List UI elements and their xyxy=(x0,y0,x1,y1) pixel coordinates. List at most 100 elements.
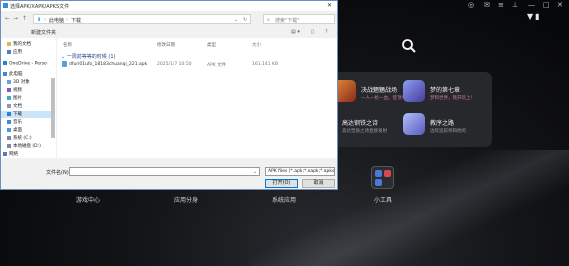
android-status-icons: ▼▮ xyxy=(527,12,542,21)
preview-pane-icon[interactable]: ▯ xyxy=(311,29,314,35)
close-icon[interactable]: ✕ xyxy=(327,2,332,9)
column-header-type[interactable]: 类型 xyxy=(207,42,216,48)
filename-label: 文件名(N): xyxy=(46,170,71,176)
dialog-title-bar: 选择APK/XAPK/APKS文件 ✕ xyxy=(1,1,337,11)
file-date: 2025/1/7 10:50 xyxy=(157,62,192,67)
sidebar-item[interactable]: OneDrive - Perso xyxy=(3,61,47,68)
file-name: dfuri01ufo_18183chuanqi_221.apk xyxy=(69,62,148,67)
download-folder-icon: ⬇ xyxy=(37,17,42,23)
file-type: APK 文件 xyxy=(207,63,227,68)
sidebar-item[interactable]: 此电脑 xyxy=(3,71,23,78)
game-desc: 梦和世界，我开玩上！ xyxy=(430,96,475,101)
chevron-right-icon: › xyxy=(66,17,68,23)
sidebar-item[interactable]: 音乐 xyxy=(7,119,22,126)
column-header-date[interactable]: 修改日期 xyxy=(157,42,175,48)
download-icon xyxy=(7,111,11,116)
game-desc: 高达塑质之诗直接发射 xyxy=(342,129,387,134)
file-row[interactable]: dfuri01ufo_18183chuanqi_221.apk 2025/1/7… xyxy=(59,61,335,68)
navigation-bar: ← → ↑ ⬇ › 此电脑 › 下载 ⌄ ↻ ⌕ 搜索"下载" xyxy=(1,12,337,26)
breadcrumb-current[interactable]: 下载 xyxy=(71,17,81,24)
command-bar: 新建文件夹 ▤ ▾ ▯ ? xyxy=(1,27,337,37)
gamepad-icon[interactable]: ◎ xyxy=(468,1,474,9)
sidebar-item[interactable]: 本地磁盘 (D:) xyxy=(7,143,41,150)
game-desc: 边际追踪师和他的 xyxy=(430,129,466,134)
maximize-icon[interactable]: □ xyxy=(543,1,550,9)
sidebar-item[interactable]: 文档 xyxy=(7,103,22,110)
network-icon xyxy=(3,151,7,156)
search-icon[interactable] xyxy=(401,38,417,54)
game-name: 高达钢铁之诗 xyxy=(342,120,379,127)
sidebar-scrollbar[interactable] xyxy=(51,78,55,138)
search-icon: ⌕ xyxy=(267,17,270,23)
cancel-button[interactable]: 取消 xyxy=(302,179,335,188)
file-type-select[interactable]: APK files (*.apk;*.xapk;*.apks xyxy=(265,167,335,176)
chevron-down-icon[interactable]: ⌄ xyxy=(253,169,257,175)
game-name: 决战魍魉战场 xyxy=(361,87,398,94)
column-header-name[interactable]: 名称 xyxy=(63,42,72,48)
apk-file-icon xyxy=(62,61,67,67)
folder-icon xyxy=(7,41,11,46)
game-card[interactable]: 教序之路 边际追踪师和他的 xyxy=(403,110,473,140)
sidebar-item[interactable]: 图片 xyxy=(7,95,22,102)
game-thumbnail xyxy=(403,80,425,102)
music-icon xyxy=(7,119,11,124)
open-button[interactable]: 打开(O) xyxy=(265,179,298,188)
up-arrow-icon[interactable]: ↑ xyxy=(22,15,27,22)
game-card[interactable]: 决战魍魉战场 一人一枪一血，登顶！ xyxy=(334,77,406,107)
sidebar-item[interactable]: 系统 (C:) xyxy=(7,135,32,142)
back-arrow-icon[interactable]: ← xyxy=(5,15,10,22)
view-options-icon[interactable]: ▤ ▾ xyxy=(291,29,300,35)
sidebar-item[interactable]: 应用 xyxy=(7,49,22,56)
dialog-title: 选择APK/XAPK/APKS文件 xyxy=(10,4,70,10)
folder-icon xyxy=(7,49,11,54)
tools-folder-icon[interactable] xyxy=(371,166,394,189)
file-list: 名称 修改日期 类型 大小 ⌄ 一周前等等的时候 (1) dfuri01ufo_… xyxy=(57,38,337,158)
filename-input[interactable]: ⌄ xyxy=(69,167,260,176)
desktop-icon xyxy=(7,127,11,132)
sidebar-item[interactable]: 桌面 xyxy=(7,127,22,134)
drive-icon xyxy=(7,143,11,148)
sidebar-item-selected[interactable]: 下载 xyxy=(1,111,51,118)
video-icon xyxy=(7,87,11,92)
navigation-pane: 我的文档 应用 OneDrive - Perso 此电脑 3D 对象 视频 图片… xyxy=(1,38,56,158)
address-bar[interactable]: ⬇ › 此电脑 › 下载 ⌄ ↻ xyxy=(33,14,251,24)
sidebar-item[interactable]: 我的文档 xyxy=(7,41,31,48)
help-icon[interactable]: ? xyxy=(325,29,328,35)
picture-icon xyxy=(7,95,11,100)
sidebar-item[interactable]: 3D 对象 xyxy=(7,79,30,86)
game-center-label[interactable]: 游戏中心 xyxy=(76,195,100,204)
battery-icon: ▮ xyxy=(535,12,542,21)
drive-icon xyxy=(7,135,11,140)
app-clone-label[interactable]: 应用分身 xyxy=(174,195,198,204)
game-desc: 一人一枪一血，登顶！ xyxy=(361,96,406,101)
game-card[interactable]: 梦的第七章 梦和世界，我开玩上！ xyxy=(403,77,475,107)
computer-icon xyxy=(3,71,7,76)
tools-label[interactable]: 小工具 xyxy=(374,195,392,204)
pin-icon[interactable]: ⊥ xyxy=(512,1,518,9)
search-input[interactable]: ⌕ 搜索"下载" xyxy=(263,14,335,24)
system-apps-label[interactable]: 系统应用 xyxy=(272,195,296,204)
sidebar-item[interactable]: 网络 xyxy=(3,151,18,158)
chevron-right-icon: › xyxy=(44,17,46,23)
mail-icon[interactable]: ✉ xyxy=(484,1,490,9)
menu-icon[interactable]: ≡ xyxy=(498,1,504,9)
minimize-icon[interactable]: — xyxy=(528,1,535,9)
game-thumbnail xyxy=(403,113,425,135)
chevron-down-icon[interactable]: ⌄ xyxy=(234,17,238,23)
sidebar-item[interactable]: 视频 xyxy=(7,87,22,94)
group-header[interactable]: ⌄ 一周前等等的时候 (1) xyxy=(61,53,115,60)
new-folder-button[interactable]: 新建文件夹 xyxy=(31,29,56,36)
game-card[interactable]: 高达钢铁之诗 高达塑质之诗直接发射 xyxy=(334,110,404,140)
file-size: 161,141 KB xyxy=(252,62,279,67)
document-icon xyxy=(7,103,11,108)
breadcrumb-root[interactable]: 此电脑 xyxy=(49,17,64,24)
game-name: 梦的第七章 xyxy=(430,87,461,94)
refresh-icon[interactable]: ↻ xyxy=(243,17,247,23)
cloud-icon xyxy=(3,61,7,65)
wifi-icon: ▼ xyxy=(527,12,536,21)
column-header-size[interactable]: 大小 xyxy=(252,42,261,48)
game-name: 教序之路 xyxy=(430,120,455,127)
forward-arrow-icon[interactable]: → xyxy=(13,15,18,22)
search-placeholder: 搜索"下载" xyxy=(275,18,300,24)
close-icon[interactable]: ✕ xyxy=(557,1,563,9)
